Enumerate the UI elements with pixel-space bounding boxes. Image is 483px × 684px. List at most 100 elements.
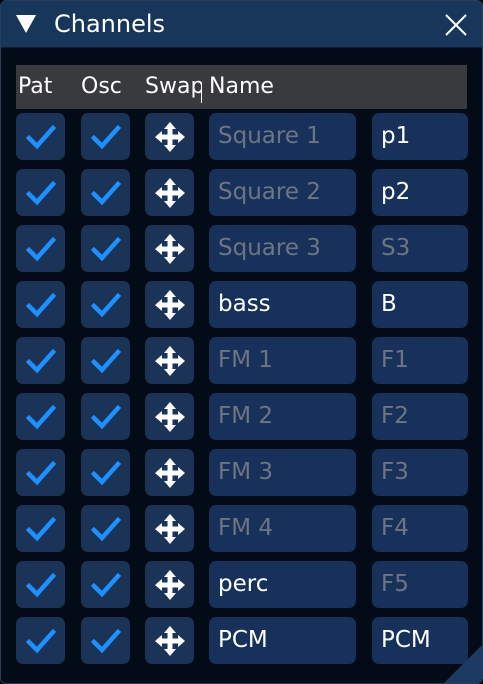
swap-drag-handle[interactable] — [145, 561, 194, 608]
swap-drag-handle[interactable] — [145, 393, 194, 440]
header-osc[interactable]: Osc — [81, 73, 122, 101]
channel-row: FM 2 F2 — [1, 393, 482, 441]
title-bar[interactable]: Channels — [1, 1, 482, 48]
channel-name-input[interactable]: bass — [209, 281, 356, 328]
channel-name-input[interactable]: FM 1 — [209, 337, 356, 384]
checkmark-icon — [25, 404, 57, 430]
oscilloscope-visible-checkbox[interactable] — [81, 169, 130, 216]
checkmark-icon — [90, 628, 122, 654]
checkmark-icon — [25, 348, 57, 374]
move-icon — [155, 402, 185, 432]
checkmark-icon — [90, 460, 122, 486]
channel-row: Square 1 p1 — [1, 113, 482, 161]
channel-short-name-input[interactable]: B — [372, 281, 468, 328]
oscilloscope-visible-checkbox[interactable] — [81, 617, 130, 664]
checkmark-icon — [25, 124, 57, 150]
header-swap[interactable]: Swap — [145, 73, 202, 101]
channel-short-name-input[interactable]: p2 — [372, 169, 468, 216]
channel-row: FM 1 F1 — [1, 337, 482, 385]
oscilloscope-visible-checkbox[interactable] — [81, 225, 130, 272]
checkmark-icon — [90, 404, 122, 430]
checkmark-icon — [90, 180, 122, 206]
channel-name-input[interactable]: perc — [209, 561, 356, 608]
swap-drag-handle[interactable] — [145, 337, 194, 384]
swap-drag-handle[interactable] — [145, 505, 194, 552]
swap-drag-handle[interactable] — [145, 225, 194, 272]
channel-row: Square 3 S3 — [1, 225, 482, 273]
channels-window: Channels Pat Osc Swap Name Square 1 p1 Squ… — [0, 0, 483, 684]
header-name[interactable]: Name — [209, 73, 274, 101]
channel-name-input[interactable]: PCM — [209, 617, 356, 664]
pattern-visible-checkbox[interactable] — [16, 337, 65, 384]
channel-name-input[interactable]: Square 2 — [209, 169, 356, 216]
channel-short-name-input[interactable]: F5 — [372, 561, 468, 608]
window-title: Channels — [54, 10, 166, 38]
channel-short-name-input[interactable]: F3 — [372, 449, 468, 496]
oscilloscope-visible-checkbox[interactable] — [81, 393, 130, 440]
move-icon — [155, 514, 185, 544]
channel-short-name-input[interactable]: F4 — [372, 505, 468, 552]
checkmark-icon — [90, 516, 122, 542]
pattern-visible-checkbox[interactable] — [16, 169, 65, 216]
pattern-visible-checkbox[interactable] — [16, 225, 65, 272]
pattern-visible-checkbox[interactable] — [16, 449, 65, 496]
checkmark-icon — [25, 516, 57, 542]
channel-name-input[interactable]: FM 2 — [209, 393, 356, 440]
move-icon — [155, 626, 185, 656]
move-icon — [155, 234, 185, 264]
checkmark-icon — [25, 572, 57, 598]
pattern-visible-checkbox[interactable] — [16, 617, 65, 664]
pattern-visible-checkbox[interactable] — [16, 281, 65, 328]
checkmark-icon — [90, 124, 122, 150]
pattern-visible-checkbox[interactable] — [16, 561, 65, 608]
oscilloscope-visible-checkbox[interactable] — [81, 113, 130, 160]
pattern-visible-checkbox[interactable] — [16, 113, 65, 160]
swap-drag-handle[interactable] — [145, 169, 194, 216]
channel-row: FM 3 F3 — [1, 449, 482, 497]
checkmark-icon — [25, 180, 57, 206]
move-icon — [155, 458, 185, 488]
checkmark-icon — [25, 292, 57, 318]
move-icon — [155, 346, 185, 376]
checkmark-icon — [25, 628, 57, 654]
swap-drag-handle[interactable] — [145, 281, 194, 328]
channel-row: bass B — [1, 281, 482, 329]
channel-row: Square 2 p2 — [1, 169, 482, 217]
channel-short-name-input[interactable]: p1 — [372, 113, 468, 160]
channel-short-name-input[interactable]: F1 — [372, 337, 468, 384]
header-pat[interactable]: Pat — [18, 73, 52, 101]
resize-grip-icon[interactable] — [444, 645, 482, 683]
move-icon — [155, 290, 185, 320]
table-header: Pat Osc Swap Name — [16, 65, 467, 109]
pattern-visible-checkbox[interactable] — [16, 505, 65, 552]
oscilloscope-visible-checkbox[interactable] — [81, 505, 130, 552]
channel-short-name-input[interactable]: S3 — [372, 225, 468, 272]
pattern-visible-checkbox[interactable] — [16, 393, 65, 440]
swap-drag-handle[interactable] — [145, 617, 194, 664]
channel-name-input[interactable]: Square 3 — [209, 225, 356, 272]
checkmark-icon — [90, 348, 122, 374]
swap-drag-handle[interactable] — [145, 449, 194, 496]
column-separator[interactable] — [201, 85, 202, 103]
checkmark-icon — [25, 236, 57, 262]
channel-row: perc F5 — [1, 561, 482, 609]
checkmark-icon — [25, 460, 57, 486]
channel-short-name-input[interactable]: F2 — [372, 393, 468, 440]
oscilloscope-visible-checkbox[interactable] — [81, 337, 130, 384]
oscilloscope-visible-checkbox[interactable] — [81, 561, 130, 608]
swap-drag-handle[interactable] — [145, 113, 194, 160]
channel-name-input[interactable]: Square 1 — [209, 113, 356, 160]
channel-name-input[interactable]: FM 3 — [209, 449, 356, 496]
oscilloscope-visible-checkbox[interactable] — [81, 449, 130, 496]
move-icon — [155, 570, 185, 600]
channel-name-input[interactable]: FM 4 — [209, 505, 356, 552]
move-icon — [155, 122, 185, 152]
channel-row: PCM PCM — [1, 617, 482, 665]
close-icon[interactable] — [440, 9, 472, 41]
collapse-triangle-icon[interactable] — [16, 15, 36, 33]
channel-row: FM 4 F4 — [1, 505, 482, 553]
checkmark-icon — [90, 292, 122, 318]
move-icon — [155, 178, 185, 208]
checkmark-icon — [90, 236, 122, 262]
oscilloscope-visible-checkbox[interactable] — [81, 281, 130, 328]
